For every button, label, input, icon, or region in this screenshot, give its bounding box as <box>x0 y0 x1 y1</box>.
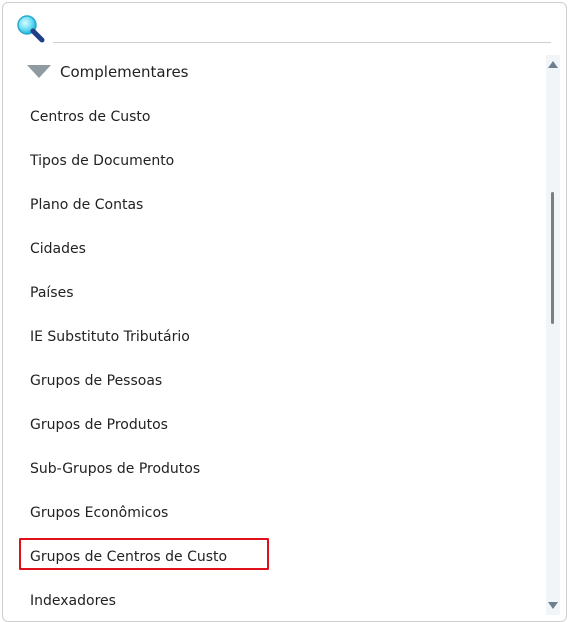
menu-item-centros-de-custo[interactable]: Centros de Custo <box>3 95 533 139</box>
triangle-down-icon[interactable] <box>27 65 51 78</box>
menu-item-grupos-de-centros-de-custo[interactable]: Grupos de Centros de Custo <box>3 535 533 579</box>
search-row <box>3 3 566 49</box>
menu-item-grupos-economicos[interactable]: Grupos Econômicos <box>3 491 533 535</box>
vertical-scrollbar[interactable] <box>546 55 560 615</box>
scroll-down-arrow-icon[interactable] <box>548 602 558 609</box>
magnifier-icon <box>15 13 47 45</box>
menu-item-plano-de-contas[interactable]: Plano de Contas <box>3 183 533 227</box>
search-input[interactable] <box>53 11 551 43</box>
menu-item-tipos-de-documento[interactable]: Tipos de Documento <box>3 139 533 183</box>
scroll-up-arrow-icon[interactable] <box>548 61 558 68</box>
menu-item-sub-grupos-de-produtos[interactable]: Sub-Grupos de Produtos <box>3 447 533 491</box>
menu-item-grupos-de-produtos[interactable]: Grupos de Produtos <box>3 403 533 447</box>
menu-item-ie-substituto-tributario[interactable]: IE Substituto Tributário <box>3 315 533 359</box>
menu-item-paises[interactable]: Países <box>3 271 533 315</box>
menu-item-indexadores[interactable]: Indexadores <box>3 579 533 621</box>
menu-list: Centros de Custo Tipos de Documento Plan… <box>3 95 533 621</box>
group-label: Complementares <box>60 63 189 81</box>
menu-item-cidades[interactable]: Cidades <box>3 227 533 271</box>
scroll-thumb[interactable] <box>551 192 554 324</box>
menu-item-grupos-de-pessoas[interactable]: Grupos de Pessoas <box>3 359 533 403</box>
group-header-complementares[interactable]: Complementares <box>25 59 505 89</box>
navigation-panel: Complementares Centros de Custo Tipos de… <box>2 2 567 622</box>
